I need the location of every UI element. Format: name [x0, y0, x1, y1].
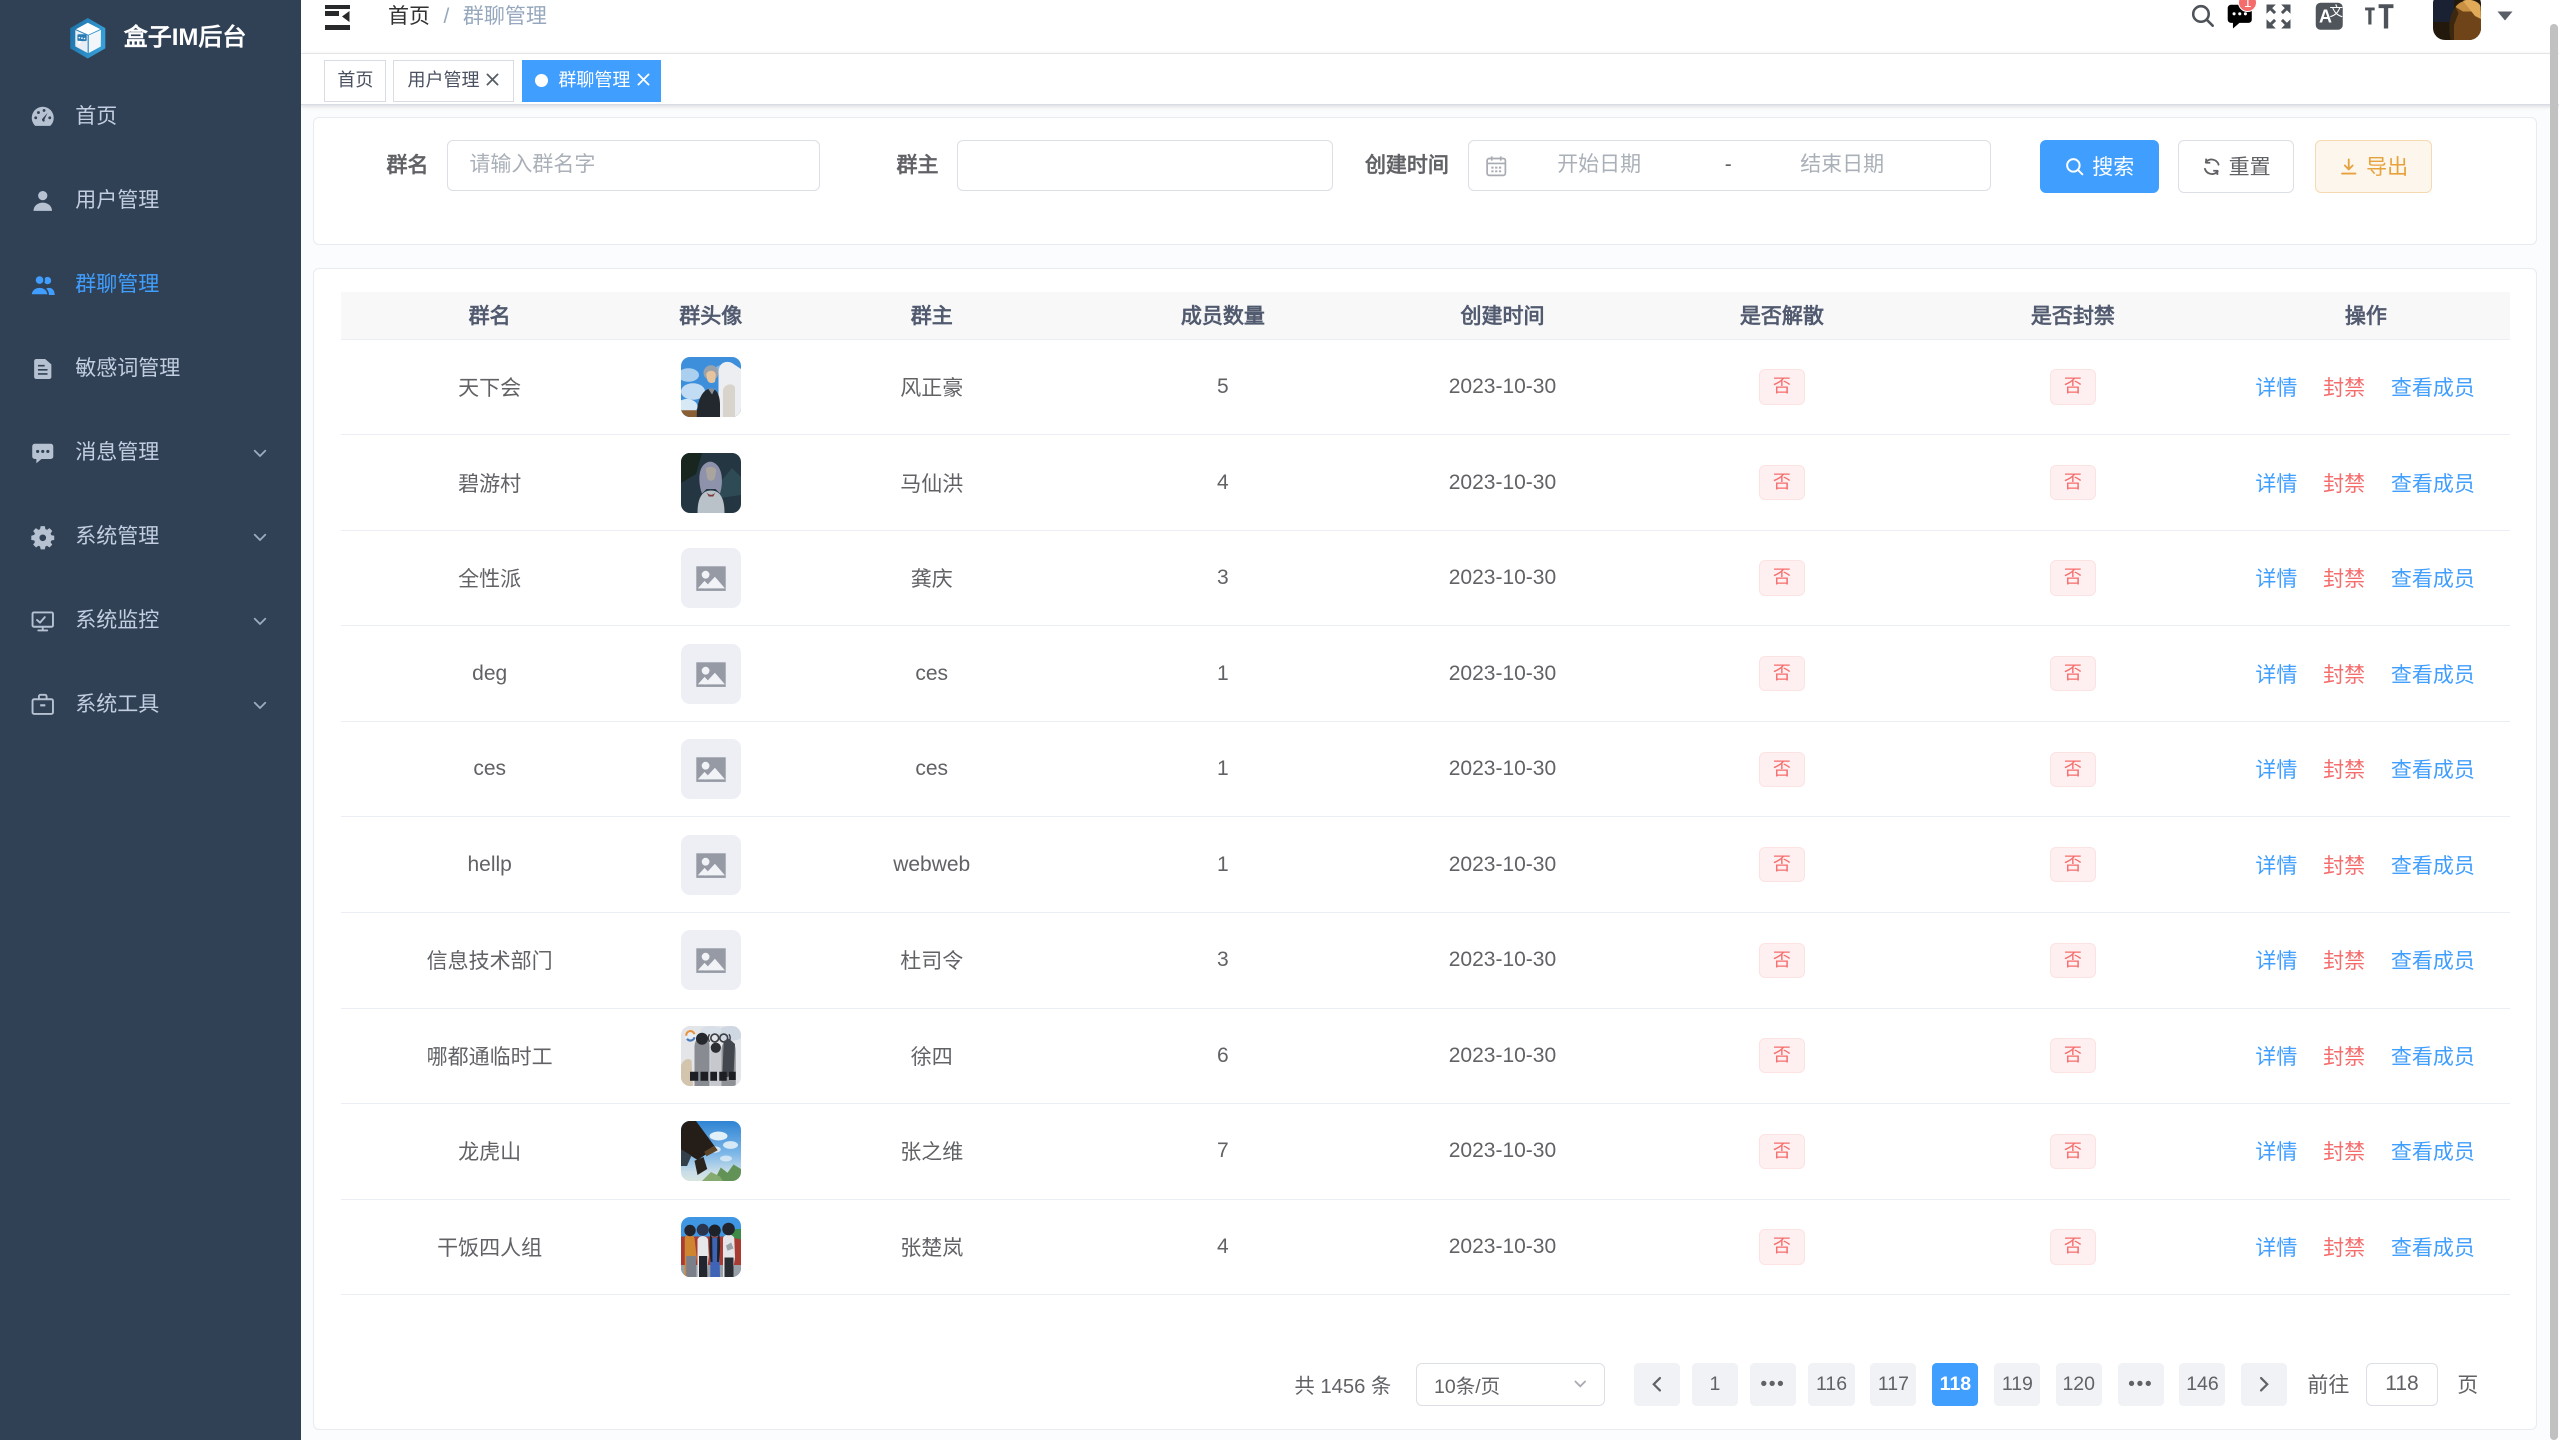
svg-text:文: 文: [2329, 4, 2343, 19]
